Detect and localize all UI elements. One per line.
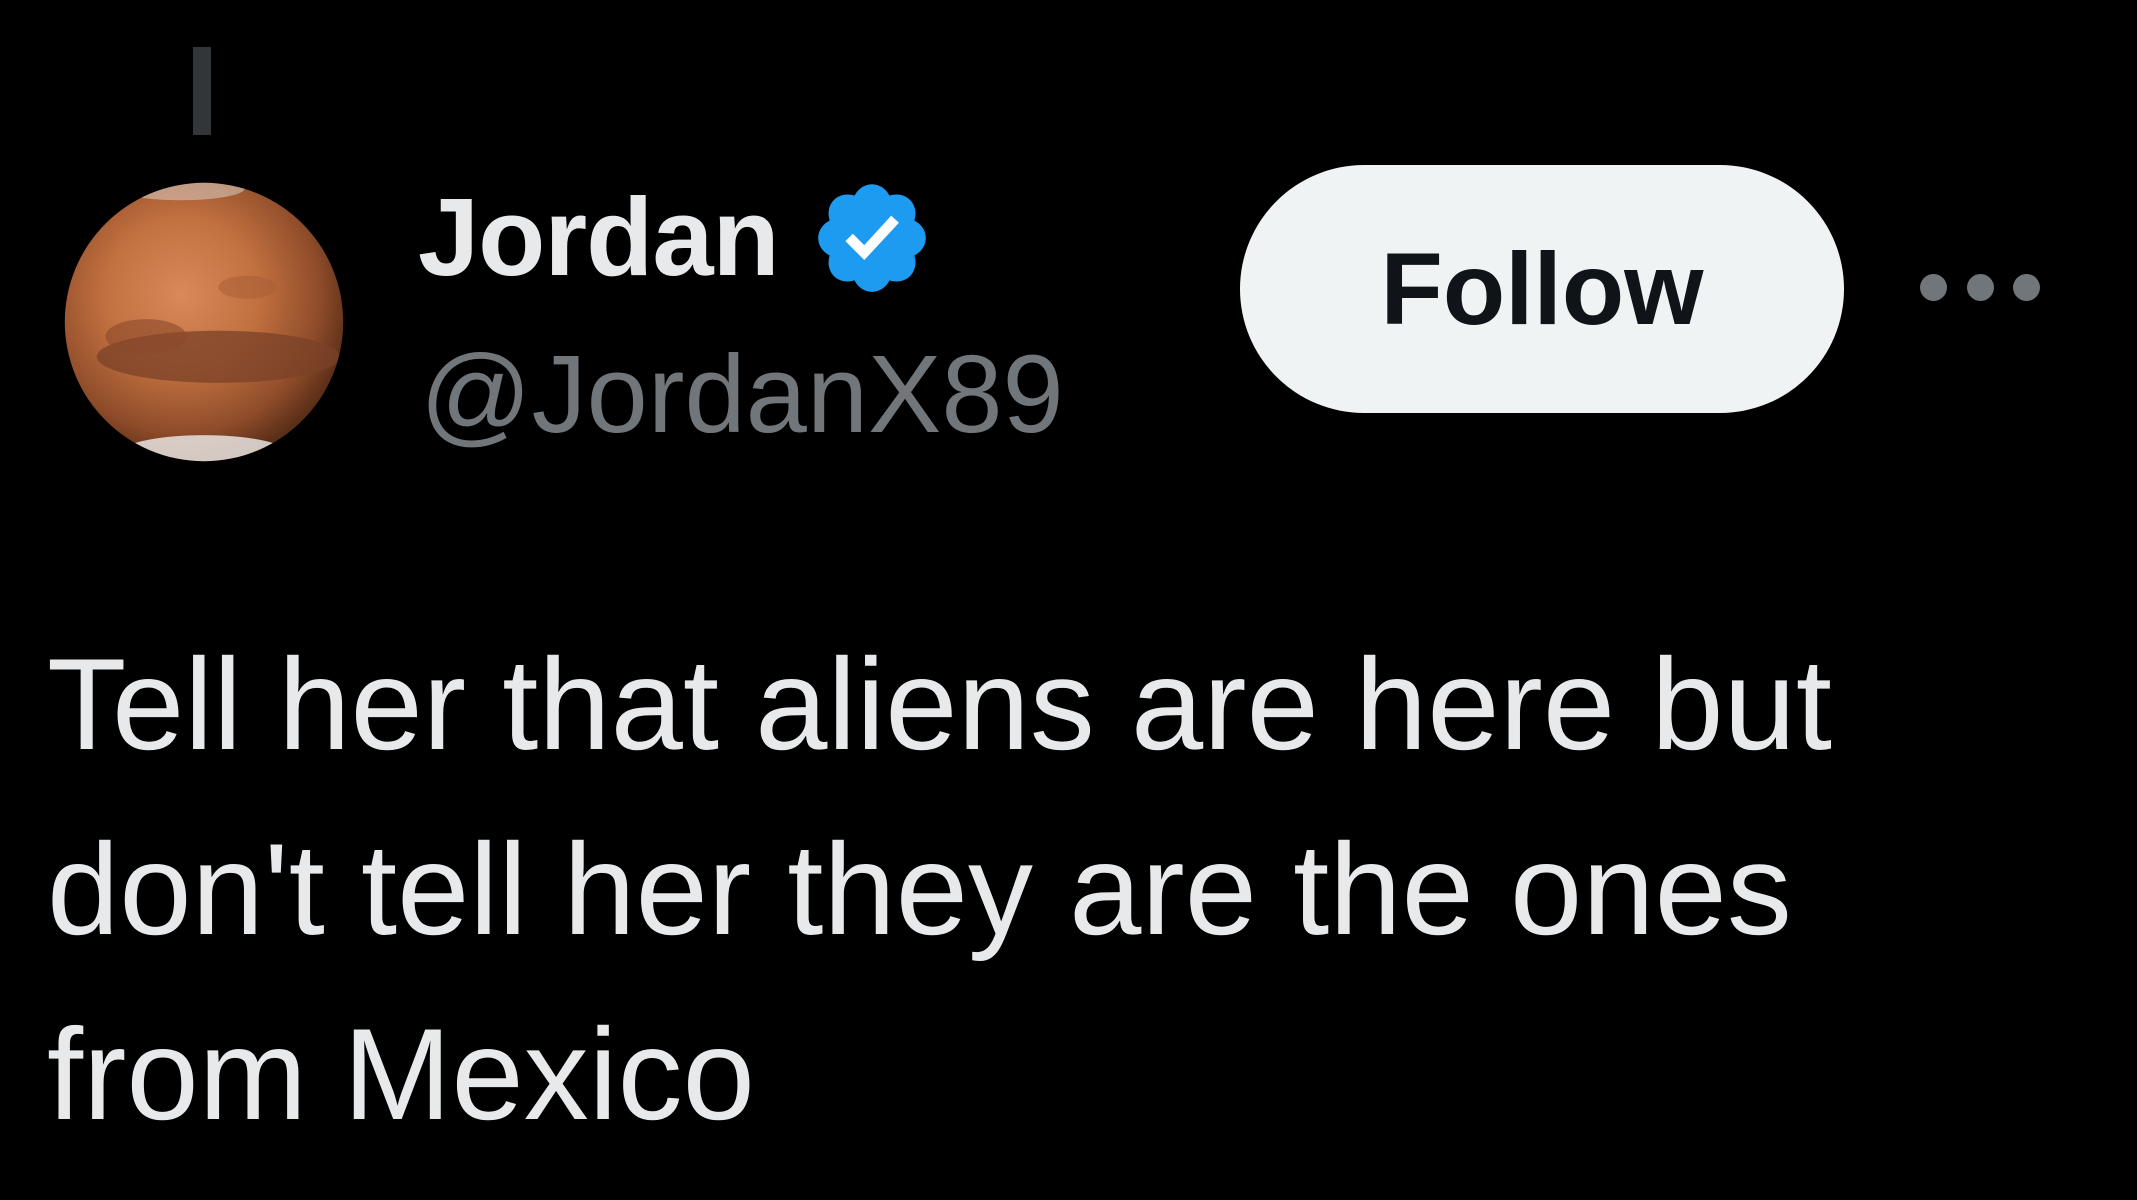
author-display-name[interactable]: Jordan [418,178,780,298]
tweet-text: Tell her that aliens are here but don't … [47,631,1832,1147]
more-options-icon[interactable] [1920,262,2040,312]
more-dot [1966,273,1994,301]
avatar[interactable] [59,177,349,467]
verified-badge-icon [809,175,935,301]
more-dot [2013,273,2040,301]
author-handle[interactable]: @JordanX89 [420,335,1064,455]
more-dot [1920,273,1947,301]
thread-connector-line [193,47,211,135]
author-name-row: Jordan [418,178,935,298]
follow-button[interactable]: Follow [1240,165,1844,413]
mars-planet-icon [59,177,349,467]
